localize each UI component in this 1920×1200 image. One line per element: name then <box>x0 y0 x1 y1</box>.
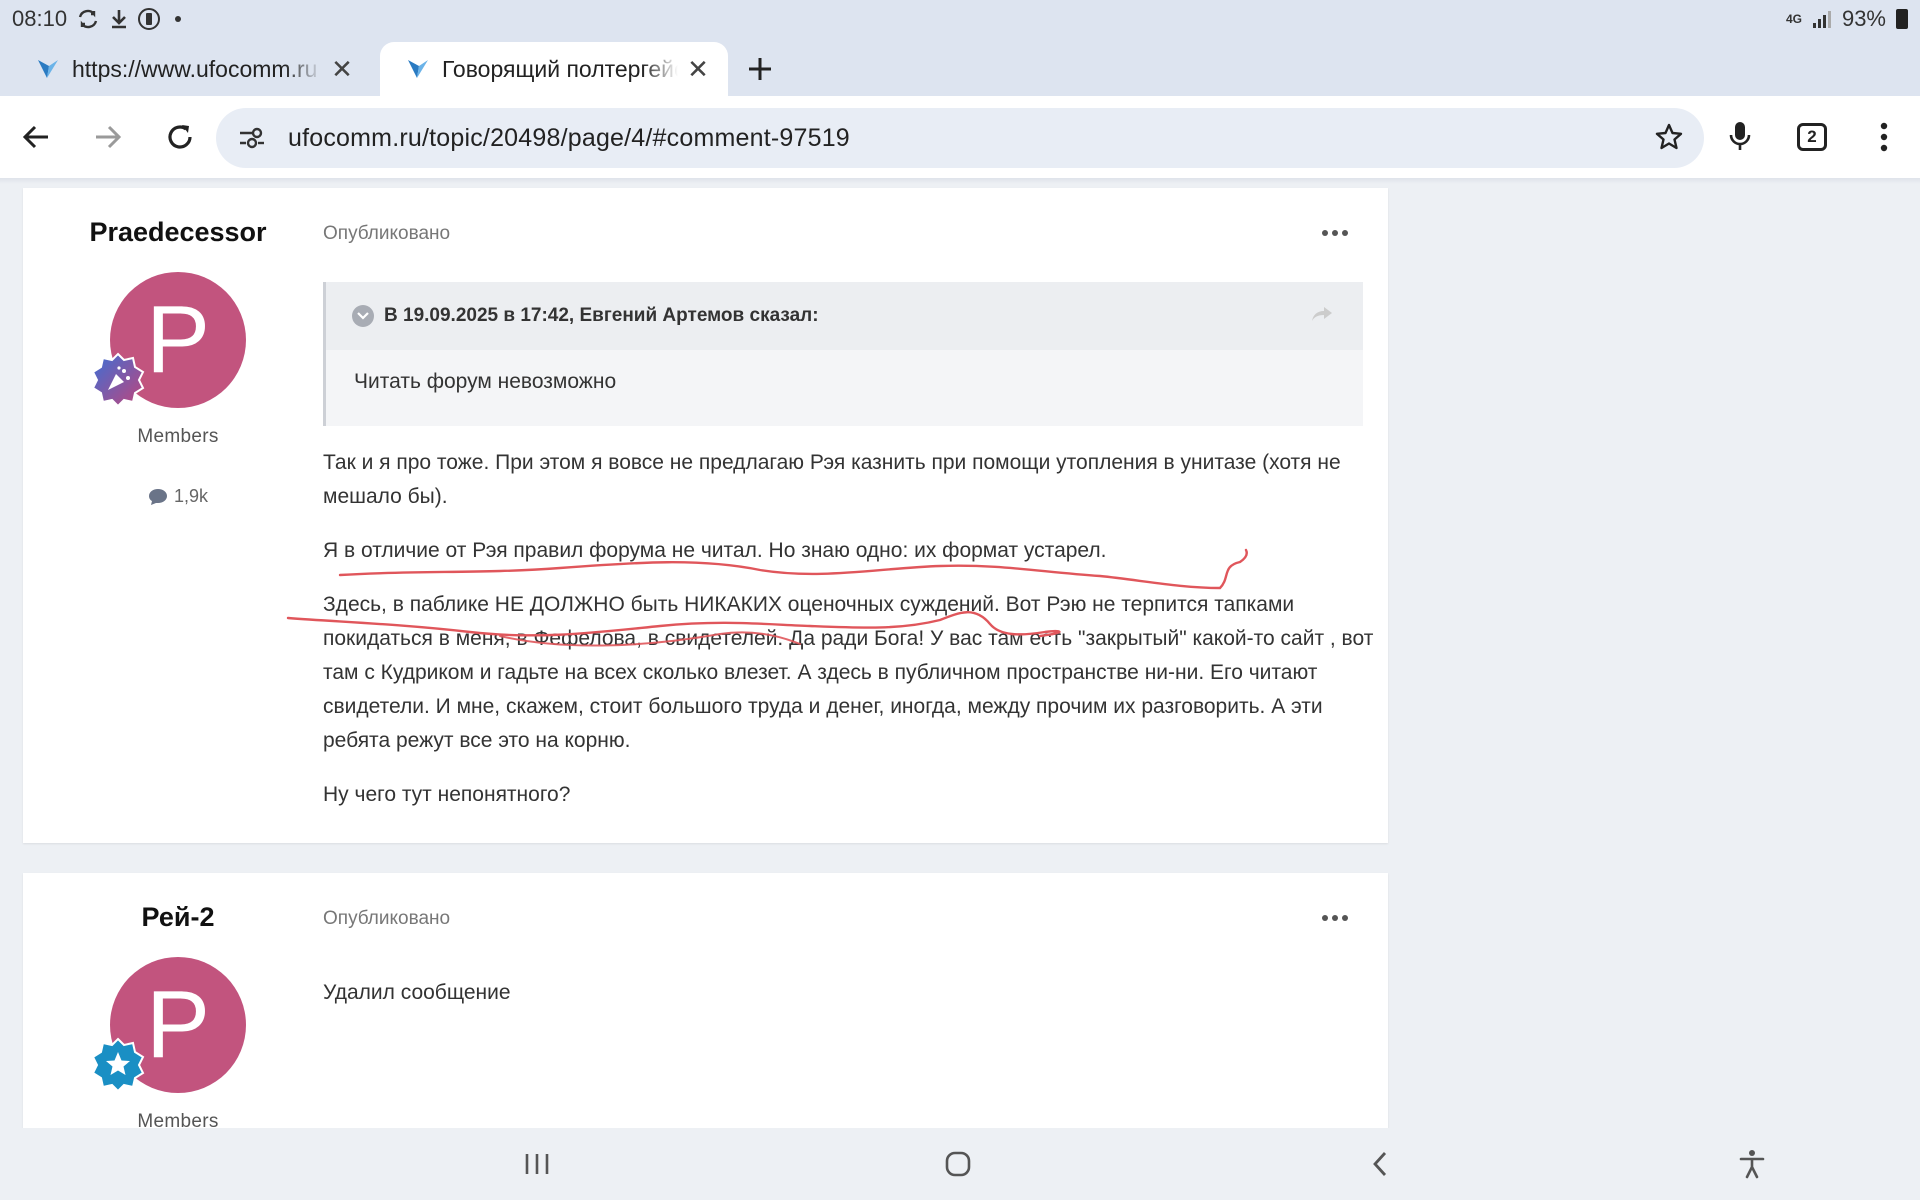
quote-header[interactable]: В 19.09.2025 в 17:42, Евгений Артемов ск… <box>326 282 1363 350</box>
tab-ufocomm[interactable]: https://www.ufocomm.ru ✕ <box>0 42 372 96</box>
post-options-icon[interactable] <box>1322 915 1348 923</box>
notification-dot <box>175 16 182 22</box>
tab-strip: https://www.ufocomm.ru ✕ Говорящий полте… <box>0 38 1920 96</box>
post-paragraph: Здесь, в паблике НЕ ДОЛЖНО быть НИКАКИХ … <box>323 593 1374 752</box>
home-icon <box>945 1151 971 1177</box>
author-name[interactable]: Рей-2 <box>23 902 333 933</box>
download-icon <box>112 10 127 29</box>
menu-icon <box>1880 122 1888 152</box>
post-count-value: 1,9k <box>173 486 209 506</box>
system-navigation-bar <box>0 1128 1920 1200</box>
recents-button[interactable] <box>515 1142 559 1186</box>
url-text[interactable]: ufocomm.ru/topic/20498/page/4/#comment-9… <box>288 124 850 153</box>
voice-search-button[interactable] <box>1704 101 1776 173</box>
tab-switcher-icon: 2 <box>1797 123 1827 151</box>
author-panel: Рей-2 P Members <box>23 873 333 1133</box>
avatar[interactable]: P <box>91 272 246 408</box>
plus-icon <box>749 58 771 80</box>
status-bar: 08:10 4G 93% <box>0 0 1920 38</box>
new-tab-button[interactable] <box>728 42 792 96</box>
browser-toolbar: ufocomm.ru/topic/20498/page/4/#comment-9… <box>0 96 1920 178</box>
avatar-letter: P <box>145 971 211 1078</box>
post-paragraph: Удалил сообщение <box>323 981 511 1004</box>
forward-button[interactable] <box>72 101 144 173</box>
avatar-letter: P <box>145 286 211 393</box>
back-icon <box>22 125 48 149</box>
signal-icon <box>1812 11 1831 28</box>
author-name[interactable]: Praedecessor <box>23 217 333 248</box>
clock: 08:10 <box>12 6 68 31</box>
member-group: Members <box>137 426 219 447</box>
sync-icon <box>78 9 98 29</box>
address-bar[interactable]: ufocomm.ru/topic/20498/page/4/#comment-9… <box>216 108 1704 168</box>
accessibility-button[interactable] <box>1730 1142 1774 1186</box>
tab-switcher-button[interactable]: 2 <box>1776 101 1848 173</box>
close-tab-icon[interactable]: ✕ <box>328 54 356 85</box>
menu-button[interactable] <box>1848 101 1920 173</box>
comment-icon <box>148 488 167 505</box>
forum-post: Рей-2 P Members Опубликовано Удалил сооб… <box>23 873 1388 1133</box>
post-paragraph: Так и я про тоже. При этом я вовсе не пр… <box>323 451 1341 508</box>
reload-button[interactable] <box>144 101 216 173</box>
battery-icon <box>1896 9 1908 29</box>
vibrate-icon <box>138 8 161 30</box>
chevron-down-icon[interactable] <box>352 305 374 327</box>
post-paragraph: Я в отличие от Рэя правил форума не чита… <box>323 539 1107 562</box>
battery-percent: 93% <box>1841 6 1886 31</box>
star-badge-icon <box>91 1037 145 1093</box>
quote-text: Читать форум невозможно <box>354 370 617 393</box>
favicon-icon <box>408 60 428 78</box>
quote-block: В 19.09.2025 в 17:42, Евгений Артемов ск… <box>323 282 1363 426</box>
share-icon[interactable] <box>1311 306 1333 322</box>
post-content: Так и я про тоже. При этом я вовсе не пр… <box>323 446 1383 832</box>
site-settings-icon[interactable] <box>238 126 266 150</box>
post-content: Удалил сообщение <box>323 976 1383 1030</box>
network-label: 4G <box>1785 12 1802 26</box>
post-paragraph: Ну чего тут непонятного? <box>323 783 571 806</box>
achievement-badge-icon <box>91 352 145 408</box>
favicon-icon <box>38 60 58 78</box>
nav-back-icon <box>1373 1152 1387 1176</box>
author-panel: Praedecessor P Members 1,9k <box>23 188 333 507</box>
back-button[interactable] <box>0 101 72 173</box>
post-count: 1,9k <box>23 486 333 507</box>
post-date[interactable]: Опубликовано <box>323 908 450 930</box>
tab-title: Говорящий полтергейст <box>442 55 678 82</box>
quote-citation: В 19.09.2025 в 17:42, Евгений Артемов ск… <box>384 305 819 326</box>
forward-icon <box>96 125 122 149</box>
close-tab-icon[interactable]: ✕ <box>684 54 712 85</box>
nav-back-button[interactable] <box>1358 1142 1402 1186</box>
tab-poltergeist[interactable]: Говорящий полтергейст ✕ <box>380 42 728 96</box>
home-button[interactable] <box>936 1142 980 1186</box>
recents-icon <box>525 1154 549 1174</box>
toolbar-shadow <box>0 178 1920 184</box>
tab-title: https://www.ufocomm.ru <box>72 55 318 82</box>
post-options-icon[interactable] <box>1322 230 1348 238</box>
accessibility-icon <box>1739 1150 1765 1179</box>
forum-post: Praedecessor P Members 1,9k Опубликовано… <box>23 188 1388 843</box>
avatar[interactable]: P <box>91 957 246 1093</box>
star-icon[interactable] <box>1654 122 1684 152</box>
mic-icon <box>1729 122 1751 150</box>
post-date[interactable]: Опубликовано <box>323 223 450 245</box>
reload-icon <box>168 125 192 149</box>
